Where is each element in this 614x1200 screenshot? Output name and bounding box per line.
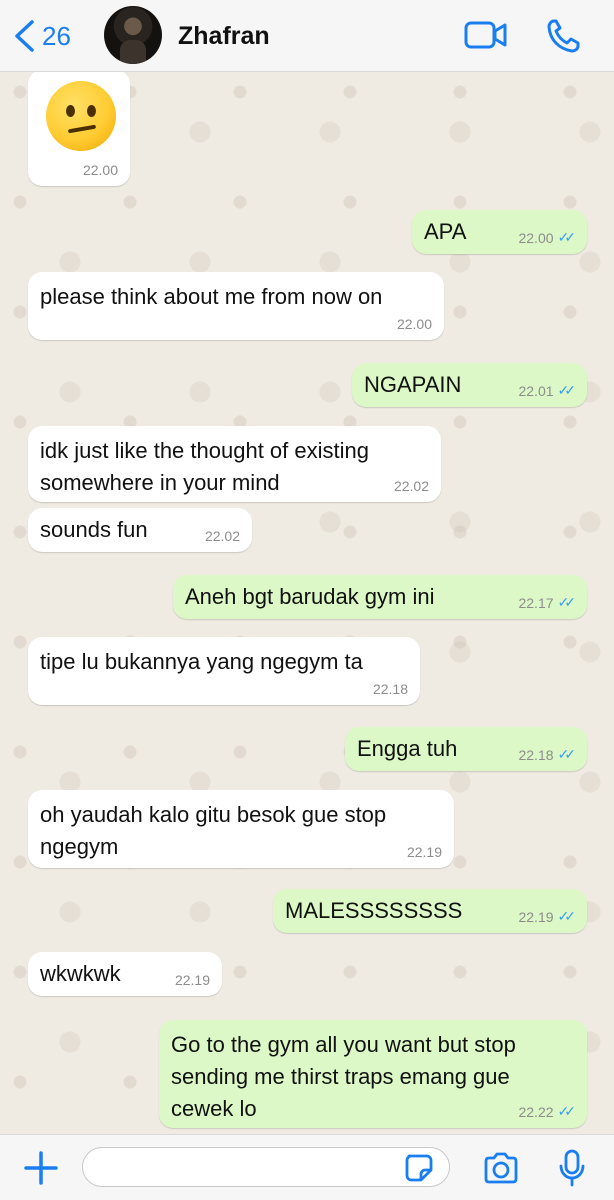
message-meta: 22.22 ✓✓ [518, 1103, 577, 1120]
message-text: please think about me from now on [40, 284, 383, 309]
message-meta: 22.19 ✓✓ [518, 908, 577, 925]
message-meta: 22.02 [205, 528, 240, 544]
message-incoming[interactable]: sounds fun 22.02 [28, 508, 252, 552]
message-incoming[interactable]: wkwkwk 22.19 [28, 952, 222, 996]
message-time: 22.01 [518, 382, 554, 399]
double-check-icon: ✓✓ [557, 908, 577, 924]
message-incoming[interactable]: please think about me from now on 22.00 [28, 272, 444, 340]
message-time: 22.17 [518, 594, 554, 611]
double-check-icon: ✓✓ [557, 746, 577, 762]
message-time: 22.02 [204, 528, 240, 544]
message-incoming[interactable]: 22.00 [28, 72, 130, 186]
phone-icon[interactable] [546, 18, 580, 59]
microphone-icon[interactable] [558, 1149, 586, 1192]
unread-count: 26 [42, 20, 71, 51]
message-outgoing[interactable]: Engga tuh 22.18 ✓✓ [345, 727, 587, 771]
message-incoming[interactable]: tipe lu bukannya yang ngegym ta 22.18 [28, 637, 420, 705]
message-meta: 22.19 [175, 972, 210, 988]
chat-area[interactable]: 22.00 APA 22.00 ✓✓ please think about me … [0, 72, 614, 1134]
double-check-icon: ✓✓ [557, 594, 577, 610]
chat-header: 26 Zhafran [0, 0, 614, 72]
message-time: 22.00 [82, 162, 118, 178]
video-camera-icon[interactable] [464, 18, 508, 57]
message-input[interactable] [82, 1147, 450, 1187]
message-time: 22.18 [372, 681, 408, 697]
message-outgoing[interactable]: APA 22.00 ✓✓ [412, 210, 587, 254]
back-button[interactable]: 26 [12, 18, 71, 54]
plus-icon[interactable] [22, 1149, 60, 1192]
message-time: 22.00 [518, 229, 554, 246]
message-text: Aneh bgt barudak gym ini [185, 584, 435, 609]
message-time: 22.19 [174, 972, 210, 988]
message-incoming[interactable]: oh yaudah kalo gitu besok gue stop ngegy… [28, 790, 454, 868]
message-meta: 22.19 [407, 844, 442, 860]
camera-icon[interactable] [482, 1151, 520, 1190]
message-text: tipe lu bukannya yang ngegym ta [40, 649, 363, 674]
message-meta: 22.00 [397, 316, 432, 332]
message-outgoing[interactable]: Aneh bgt barudak gym ini 22.17 ✓✓ [173, 575, 587, 619]
message-meta: 22.00 [83, 162, 118, 178]
double-check-icon: ✓✓ [557, 1103, 577, 1119]
chevron-left-icon [12, 19, 36, 53]
confused-face-emoji [46, 81, 116, 151]
contact-name[interactable]: Zhafran [178, 22, 270, 51]
message-meta: 22.00 ✓✓ [518, 229, 577, 246]
message-meta: 22.18 ✓✓ [518, 746, 577, 763]
message-time: 22.19 [518, 908, 554, 925]
message-text: idk just like the thought of existing so… [40, 438, 369, 495]
message-text: Go to the gym all you want but stop send… [171, 1032, 516, 1121]
message-outgoing[interactable]: Go to the gym all you want but stop send… [159, 1020, 587, 1128]
message-time: 22.18 [518, 746, 554, 763]
message-meta: 22.18 [373, 681, 408, 697]
message-incoming[interactable]: idk just like the thought of existing so… [28, 426, 441, 502]
message-text: oh yaudah kalo gitu besok gue stop ngegy… [40, 802, 387, 859]
message-outgoing[interactable]: MALESSSSSSSS 22.19 ✓✓ [273, 889, 587, 933]
sticker-icon[interactable] [404, 1153, 434, 1188]
compose-bar [0, 1134, 614, 1200]
double-check-icon: ✓✓ [557, 229, 577, 245]
message-meta: 22.17 ✓✓ [518, 594, 577, 611]
message-outgoing[interactable]: NGAPAIN 22.01 ✓✓ [352, 363, 587, 407]
message-time: 22.22 [518, 1103, 554, 1120]
double-check-icon: ✓✓ [557, 382, 577, 398]
message-time: 22.19 [406, 844, 442, 860]
message-meta: 22.02 [394, 478, 429, 494]
contact-avatar[interactable] [104, 6, 162, 64]
message-time: 22.02 [393, 478, 429, 494]
message-meta: 22.01 ✓✓ [518, 382, 577, 399]
message-time: 22.00 [396, 316, 432, 332]
